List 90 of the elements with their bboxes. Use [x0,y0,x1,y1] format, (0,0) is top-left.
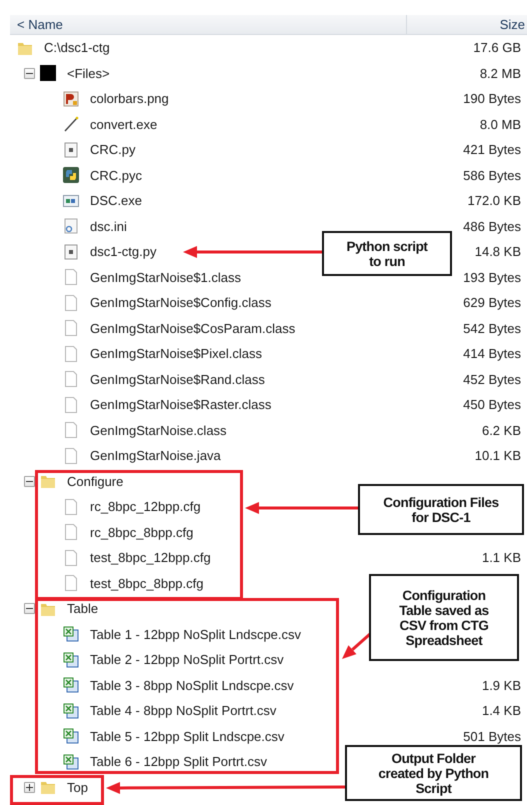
document-icon [63,448,79,464]
script-file-icon [63,244,79,260]
file-name[interactable]: GenImgStarNoise$Config.class [90,295,272,310]
callout-note: Configuration Files for DSC-1 [358,484,524,535]
file-size: 8.2 MB [480,66,522,81]
file-name[interactable]: CRC.py [90,142,136,158]
file-size: 1.1 KB [482,550,522,566]
file-name[interactable]: Table 2 - 12bpp NoSplit Portrt.csv [90,652,284,668]
document-icon [63,396,79,413]
file-name[interactable]: DSC.exe [90,193,142,208]
file-name[interactable]: GenImgStarNoise.java [90,448,221,464]
file-name[interactable]: test_8bpc_8bpp.cfg [90,576,204,591]
document-icon [63,371,79,388]
collapse-toggle[interactable] [24,68,35,79]
spreadsheet-icon [63,728,79,744]
callout-note: Configuration Table saved as CSV from CTG Spreadsheet [369,574,519,661]
file-size: 1.9 KB [482,678,522,693]
file-name[interactable]: Table 3 - 8bpp NoSplit Lndscpe.csv [90,678,294,693]
expand-toggle[interactable] [24,782,35,793]
collapse-toggle[interactable] [24,603,35,614]
file-size: 414 Bytes [463,346,522,362]
folder-icon [40,779,56,796]
callout-note: Python script to run [322,231,452,276]
file-name[interactable]: CRC.pyc [90,168,142,183]
file-size: 450 Bytes [463,397,522,412]
file-size: 14.8 KB [474,244,522,260]
file-name[interactable]: Table 5 - 12bpp Split Lndscpe.csv [90,728,284,744]
file-name[interactable]: Configure [67,474,124,489]
file-name[interactable]: GenImgStarNoise$1.class [90,270,242,285]
file-name[interactable]: colorbars.png [90,91,169,106]
file-size: 190 Bytes [463,91,522,106]
arrow [342,632,371,659]
spreadsheet-icon [63,652,79,668]
file-name[interactable]: <Files> [67,66,110,81]
file-size: 8.0 MB [480,116,522,132]
name-column-header[interactable]: < Name [10,15,407,34]
window-icon [63,192,79,209]
file-name[interactable]: dsc1-ctg.py [90,244,156,260]
document-icon [63,498,79,515]
file-size: 17.6 GB [473,40,522,56]
file-size: 10.1 KB [474,448,522,464]
file-size: 501 Bytes [463,728,522,744]
spreadsheet-icon [63,702,79,719]
document-icon [63,346,79,362]
file-name[interactable]: rc_8bpc_12bpp.cfg [90,499,201,514]
file-size: 586 Bytes [463,168,522,183]
file-size: 172.0 KB [468,193,522,208]
settings-file-icon [63,218,79,234]
file-size: 542 Bytes [463,320,522,336]
file-size: 1.4 KB [482,703,522,718]
file-name[interactable]: Table [67,601,98,616]
document-icon [63,320,79,336]
file-name[interactable]: Table 4 - 8bpp NoSplit Portrt.csv [90,703,276,718]
document-icon [63,269,79,286]
script-file-icon [63,142,79,158]
file-name[interactable]: test_8bpc_12bpp.cfg [90,550,211,566]
document-icon [63,524,79,540]
document-icon [63,422,79,438]
wand-icon [63,116,79,132]
file-size: 452 Bytes [463,372,522,387]
size-column-header[interactable]: Size [407,17,527,32]
spreadsheet-icon [63,677,79,694]
file-name[interactable]: GenImgStarNoise$Pixel.class [90,346,262,362]
file-name[interactable]: dsc.ini [90,218,127,234]
file-size: 6.2 KB [482,422,522,438]
file-name[interactable]: GenImgStarNoise$Raster.class [90,397,272,412]
square-icon [40,65,56,82]
file-size: 486 Bytes [463,218,522,234]
file-size: 629 Bytes [463,295,522,310]
file-size: 421 Bytes [463,142,522,158]
file-name[interactable]: convert.exe [90,116,158,132]
file-name[interactable]: GenImgStarNoise$CosParam.class [90,320,296,336]
file-name[interactable]: GenImgStarNoise$Rand.class [90,372,265,387]
file-name[interactable]: Table 1 - 12bpp NoSplit Lndscpe.csv [90,626,302,642]
folder-icon [40,473,56,490]
document-icon [63,575,79,592]
file-name[interactable]: rc_8bpc_8bpp.cfg [90,524,194,540]
python-icon [63,167,79,184]
file-name[interactable]: C:\dsc1-ctg [44,40,110,56]
spreadsheet-icon [63,626,79,642]
collapse-toggle[interactable] [24,476,35,487]
file-name[interactable]: GenImgStarNoise.class [90,422,227,438]
spreadsheet-icon [63,754,79,770]
file-name[interactable]: Table 6 - 12bpp Split Portrt.csv [90,754,268,770]
document-icon [63,550,79,566]
document-icon [63,294,79,311]
file-name[interactable]: Top [67,780,88,795]
callout-note: Output Folder created by Python Script [345,745,522,801]
image-file-icon [63,90,79,107]
file-size: 193 Bytes [463,270,522,285]
